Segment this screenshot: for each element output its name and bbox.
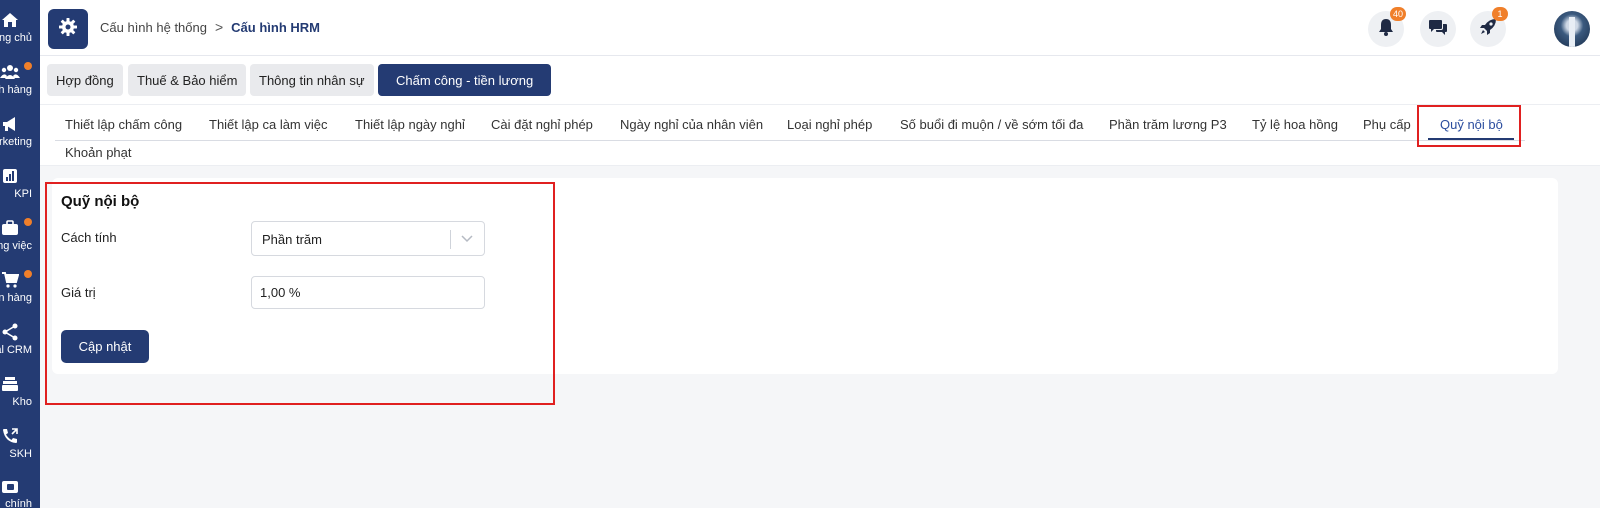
card-title: Quỹ nội bộ: [61, 193, 140, 210]
tab-timekeeping-salary[interactable]: Chấm công - tiền lương: [378, 64, 552, 96]
sidebar-item-home[interactable]: ng chủ: [0, 4, 40, 56]
user-avatar[interactable]: [1554, 11, 1590, 47]
subtab-leave-types[interactable]: Loại nghỉ phép: [787, 117, 872, 132]
subtab-timekeeping-setup[interactable]: Thiết lập chấm công: [65, 117, 182, 132]
main-tabs: Hợp đồng Thuế & Bảo hiểm Thông tin nhân …: [40, 56, 1600, 104]
sidebar-item-customers[interactable]: ch hàng: [0, 56, 40, 108]
sidebar-item-label: ng chủ: [0, 32, 32, 44]
value-input[interactable]: [251, 276, 485, 309]
subtab-employee-leave-days[interactable]: Ngày nghỉ của nhân viên: [620, 117, 763, 132]
tab-tax-insurance[interactable]: Thuế & Bảo hiểm: [128, 64, 247, 96]
sidebar-item-customer-care[interactable]: SKH: [0, 420, 40, 472]
breadcrumb-separator: >: [214, 19, 224, 35]
sidebar-item-label: al CRM: [0, 344, 32, 356]
sidebar: ng chủ ch hàng rketing KPI ng việc n hàn…: [0, 0, 40, 508]
top-header: Cấu hình hệ thống > Cấu hình HRM 40 1: [40, 0, 1600, 56]
notification-dot: [24, 270, 32, 278]
gear-icon: [58, 17, 78, 42]
chevron-down-icon[interactable]: [460, 232, 474, 246]
subtab-shift-setup[interactable]: Thiết lập ca làm việc: [209, 117, 328, 132]
internal-fund-card: Quỹ nội bộ Cách tính Phần trăm Giá trị C…: [52, 178, 1558, 374]
launch-button[interactable]: 1: [1470, 7, 1508, 47]
sidebar-item-label: chính: [5, 498, 32, 508]
sidebar-item-label: Kho: [12, 396, 32, 408]
calculation-method-select[interactable]: Phần trăm: [251, 221, 485, 256]
subtab-commission-rate[interactable]: Tỷ lệ hoa hồng: [1252, 117, 1338, 132]
sidebar-item-finance[interactable]: chính: [0, 470, 40, 508]
notifications-button[interactable]: 40: [1368, 7, 1406, 47]
sub-tabs: Thiết lập chấm công Thiết lập ca làm việ…: [40, 104, 1600, 166]
briefcase-icon: [0, 218, 20, 238]
messages-button[interactable]: [1420, 11, 1456, 47]
notification-dot: [24, 62, 32, 70]
breadcrumb-current: Cấu hình HRM: [231, 19, 320, 35]
warehouse-icon: [0, 374, 20, 394]
phone-icon: [0, 426, 20, 446]
sidebar-item-label: ng việc: [0, 240, 32, 252]
subtab-max-late-early[interactable]: Số buổi đi muộn / về sớm tối đa: [900, 117, 1083, 132]
subtab-penalties[interactable]: Khoản phạt: [65, 145, 132, 160]
notification-badge: 40: [1389, 7, 1406, 21]
rocket-icon: [1479, 18, 1497, 41]
settings-button[interactable]: [48, 9, 88, 49]
bell-icon: [1378, 18, 1394, 41]
tab-personnel-info[interactable]: Thông tin nhân sự: [250, 64, 374, 96]
sidebar-item-label: ch hàng: [0, 84, 32, 96]
sidebar-item-sales[interactable]: n hàng: [0, 264, 40, 316]
notification-dot: [24, 218, 32, 226]
subtab-holiday-setup[interactable]: Thiết lập ngày nghỉ: [355, 117, 465, 132]
megaphone-icon: [0, 114, 20, 134]
sidebar-item-social-crm[interactable]: al CRM: [0, 316, 40, 368]
calculation-method-label: Cách tính: [61, 230, 117, 245]
sidebar-item-label: n hàng: [0, 292, 32, 304]
bar-chart-icon: [0, 166, 20, 186]
breadcrumb: Cấu hình hệ thống > Cấu hình HRM: [100, 19, 320, 35]
tabs-divider: [55, 140, 1525, 141]
sidebar-item-marketing[interactable]: rketing: [0, 108, 40, 160]
users-icon: [0, 62, 20, 82]
sidebar-item-warehouse[interactable]: Kho: [0, 368, 40, 420]
chat-icon: [1428, 18, 1448, 41]
sidebar-item-work[interactable]: ng việc: [0, 212, 40, 264]
home-icon: [0, 10, 20, 30]
tab-contract[interactable]: Hợp đồng: [47, 64, 123, 96]
wallet-icon: [0, 476, 20, 496]
sidebar-item-label: KPI: [14, 188, 32, 200]
subtab-allowance[interactable]: Phụ cấp: [1363, 117, 1411, 132]
calculation-method-value: Phần trăm: [262, 232, 322, 247]
subtab-p3-salary-percent[interactable]: Phần trăm lương P3: [1109, 117, 1227, 132]
rocket-badge: 1: [1492, 7, 1508, 21]
select-divider: [450, 230, 451, 249]
share-icon: [0, 322, 20, 342]
sidebar-item-kpi[interactable]: KPI: [0, 160, 40, 212]
subtab-leave-settings[interactable]: Cài đặt nghỉ phép: [491, 117, 593, 132]
update-button[interactable]: Cập nhật: [61, 330, 149, 363]
sidebar-item-label: SKH: [9, 448, 32, 460]
value-label: Giá trị: [61, 285, 96, 300]
subtab-internal-fund[interactable]: Quỹ nội bộ: [1440, 117, 1503, 132]
active-tab-indicator: [1428, 138, 1514, 140]
breadcrumb-root[interactable]: Cấu hình hệ thống: [100, 20, 207, 35]
cart-icon: [0, 270, 20, 290]
sidebar-item-label: rketing: [0, 136, 32, 148]
